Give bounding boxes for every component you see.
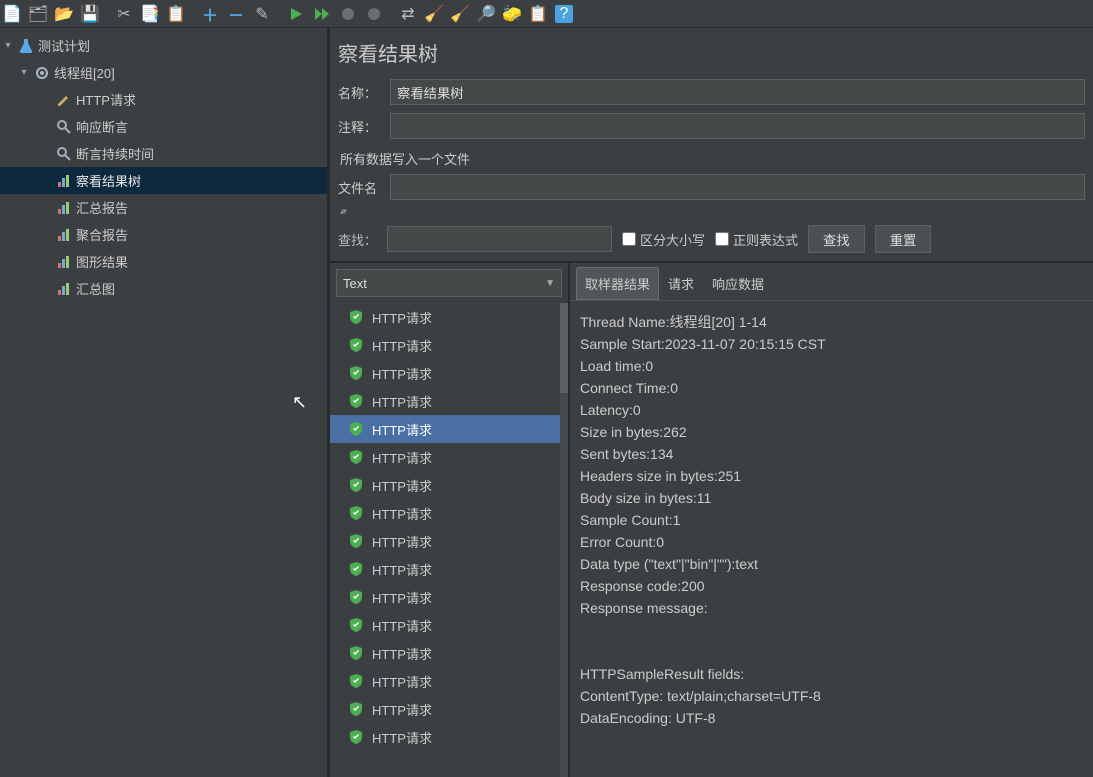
main-area: ▾ 测试计划 ▾ 线程组[20] HTTP请求响应断言断言持续时间察看结果树汇总… [0,28,1093,777]
tab[interactable]: 取样器结果 [576,267,659,300]
sample-result-row[interactable]: HTTP请求 [330,639,560,667]
find-icon[interactable]: 🔎 [474,2,498,26]
mag-icon [56,146,72,162]
tree-twisty-icon[interactable]: ▾ [2,40,14,51]
sample-result-row[interactable]: HTTP请求 [330,555,560,583]
cut-icon[interactable]: ✂ [112,2,136,26]
tree-node[interactable]: 汇总图 [0,275,327,302]
plus-icon[interactable]: ＋ [198,2,222,26]
comment-label: 注释： [338,117,384,136]
file-section-header: 所有数据写入一个文件 [330,143,1093,170]
shutdown-icon[interactable] [362,2,386,26]
tree-twisty-icon[interactable]: ▾ [18,67,30,78]
filename-input[interactable] [390,174,1085,200]
save-icon[interactable]: 💾 [78,2,102,26]
flask-icon [18,38,34,54]
gear-icon [34,65,50,81]
toolbar: 📄🗂📂💾✂📑📋＋－✎⇄🧹🧹🔎🧽📋? [0,0,1093,28]
detail-column: 取样器结果请求响应数据 Thread Name:线程组[20] 1-14Samp… [570,263,1093,777]
chart-icon [56,227,72,243]
sample-result-row[interactable]: HTTP请求 [330,387,560,415]
search-label: 查找： [338,230,377,249]
template-icon[interactable]: 🗂 [26,2,50,26]
detail-tabs: 取样器结果请求响应数据 [570,263,1093,300]
clear-all-icon[interactable]: 🧹 [448,2,472,26]
clear-icon[interactable]: 🧹 [422,2,446,26]
tree-root[interactable]: ▾ 测试计划 [0,32,327,59]
chart-icon [56,200,72,216]
sample-result-row[interactable]: HTTP请求 [330,499,560,527]
open-icon[interactable]: 📂 [52,2,76,26]
tree-node[interactable]: HTTP请求 [0,86,327,113]
sample-result-row[interactable]: HTTP请求 [330,667,560,695]
chart-icon [56,281,72,297]
mag-icon [56,119,72,135]
pane-title: 察看结果树 [330,28,1093,75]
sample-result-row[interactable]: HTTP请求 [330,611,560,639]
new-file-icon[interactable]: 📄 [0,2,24,26]
sample-result-row[interactable]: HTTP请求 [330,359,560,387]
comment-input[interactable] [390,113,1085,139]
run-next-icon[interactable] [310,2,334,26]
sample-result-row[interactable]: HTTP请求 [330,331,560,359]
sampler-result-text[interactable]: Thread Name:线程组[20] 1-14Sample Start:202… [570,300,1093,777]
tree-root-label: 测试计划 [38,36,90,55]
find-button[interactable]: 查找 [808,225,865,253]
tree-thread-group[interactable]: ▾ 线程组[20] [0,59,327,86]
sample-result-row[interactable]: HTTP请求 [330,527,560,555]
paste-icon[interactable]: 📋 [164,2,188,26]
chart-icon [56,254,72,270]
results-column: Text ▼ HTTP请求HTTP请求HTTP请求HTTP请求HTTP请求HTT… [330,263,570,777]
sample-result-row[interactable]: HTTP请求 [330,415,560,443]
file-label: 文件名 [338,178,384,197]
name-label: 名称： [338,83,384,102]
sample-result-list[interactable]: HTTP请求HTTP请求HTTP请求HTTP请求HTTP请求HTTP请求HTTP… [330,303,560,777]
tree-node[interactable]: 察看结果树 [0,167,327,194]
tab[interactable]: 请求 [659,267,703,300]
test-plan-tree: ▾ 测试计划 ▾ 线程组[20] HTTP请求响应断言断言持续时间察看结果树汇总… [0,28,330,777]
sample-result-row[interactable]: HTTP请求 [330,443,560,471]
pencil-icon [56,92,72,108]
wand-icon[interactable]: ✎ [250,2,274,26]
scrollbar[interactable] [560,303,568,777]
name-input[interactable] [390,79,1085,105]
reset-search-icon[interactable]: 🧽 [500,2,524,26]
case-checkbox[interactable]: 区分大小写 [622,230,705,249]
sample-result-row[interactable]: HTTP请求 [330,695,560,723]
tree-node[interactable]: 响应断言 [0,113,327,140]
search-input[interactable] [387,226,612,252]
stop-icon[interactable] [336,2,360,26]
tab[interactable]: 响应数据 [703,267,773,300]
chart-icon [56,173,72,189]
sample-result-row[interactable]: HTTP请求 [330,583,560,611]
renderer-select[interactable]: Text ▼ [336,269,562,297]
tree-node[interactable]: 断言持续时间 [0,140,327,167]
run-icon[interactable] [284,2,308,26]
tree-node[interactable]: 聚合报告 [0,221,327,248]
func-helper-icon[interactable]: 📋 [526,2,550,26]
tree-node[interactable]: 汇总报告 [0,194,327,221]
sample-result-row[interactable]: HTTP请求 [330,723,560,751]
minus-icon[interactable]: － [224,2,248,26]
sample-result-row[interactable]: HTTP请求 [330,303,560,331]
help-icon[interactable]: ? [552,2,576,26]
toggle-icon[interactable]: ⇄ [396,2,420,26]
right-pane: 察看结果树 名称： 注释： 所有数据写入一个文件 文件名 ▴▾ 查找： 区分大小… [330,28,1093,777]
collapse-handle[interactable]: ▴▾ [330,204,1093,219]
copy-icon[interactable]: 📑 [138,2,162,26]
reset-button[interactable]: 重置 [875,225,932,253]
tree-group-label: 线程组[20] [54,63,115,82]
regex-checkbox[interactable]: 正则表达式 [715,230,798,249]
chevron-down-icon: ▼ [545,278,555,289]
sample-result-row[interactable]: HTTP请求 [330,471,560,499]
tree-node[interactable]: 图形结果 [0,248,327,275]
